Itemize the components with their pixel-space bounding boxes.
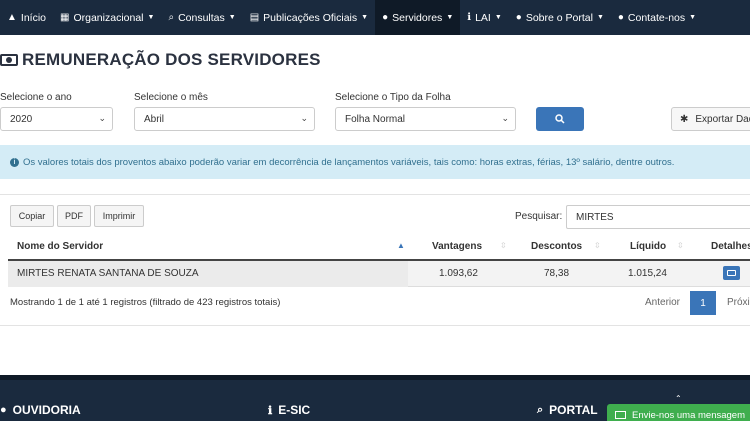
year-value: 2020 xyxy=(10,113,33,125)
info-alert: i Os valores totais dos proventos abaixo… xyxy=(0,145,750,179)
nav-label: Contate-nos xyxy=(627,11,686,24)
export-button[interactable]: ✱ Exportar Dad xyxy=(671,107,750,131)
copy-button[interactable]: Copiar xyxy=(10,205,54,227)
search-icon xyxy=(555,114,565,124)
nav-label: Servidores xyxy=(392,11,443,24)
nav-label: Sobre o Portal xyxy=(525,11,593,24)
month-value: Abril xyxy=(144,113,165,125)
caret-down-icon: ▼ xyxy=(446,14,454,21)
search-icon: ⌕ xyxy=(168,12,175,23)
comment-icon: ● xyxy=(0,404,7,416)
header-vantagens[interactable]: Vantagens xyxy=(432,241,482,252)
type-value: Folha Normal xyxy=(345,113,406,125)
cell-nome: MIRTES RENATA SANTANA DE SOUZA xyxy=(17,268,199,279)
alert-text: Os valores totais dos proventos abaixo p… xyxy=(23,156,675,168)
user-icon: ● xyxy=(382,12,389,23)
search-icon: ⌕ xyxy=(537,403,544,416)
header-nome[interactable]: Nome do Servidor xyxy=(17,241,103,252)
top-navbar: ▲ Início ▦ Organizacional ▼ ⌕ Consultas … xyxy=(0,0,750,35)
info-circle-icon: ℹ xyxy=(268,404,273,417)
sort-icon[interactable]: ⇳ xyxy=(677,241,684,250)
nav-label: Publicações Oficiais xyxy=(263,11,358,24)
nav-inicio[interactable]: ▲ Início xyxy=(0,0,53,35)
details-button[interactable] xyxy=(723,266,740,280)
footer-esic[interactable]: ℹ E-SIC xyxy=(268,403,310,417)
home-icon: ▲ xyxy=(7,12,17,23)
building-icon: ▦ xyxy=(60,12,70,23)
pagination-next[interactable]: Próxi xyxy=(727,297,750,308)
nav-organizacional[interactable]: ▦ Organizacional ▼ xyxy=(53,0,161,35)
chevron-up-icon[interactable]: ⌃ xyxy=(675,394,682,403)
type-label: Selecione o Tipo da Folha xyxy=(335,92,451,103)
page-title: REMUNERAÇÃO DOS SERVIDORES xyxy=(0,50,321,70)
sort-icon[interactable]: ⇳ xyxy=(594,241,601,250)
pagination-previous[interactable]: Anterior xyxy=(645,297,680,308)
chat-widget[interactable]: Envie-nos uma mensagem xyxy=(607,404,750,421)
year-label: Selecione o ano xyxy=(0,92,72,103)
sort-asc-icon[interactable]: ▲ xyxy=(397,241,405,250)
print-button[interactable]: Imprimir xyxy=(94,205,144,227)
pagination-page-1[interactable]: 1 xyxy=(690,291,716,315)
sort-icon[interactable]: ⇳ xyxy=(500,241,507,250)
nav-lai[interactable]: ℹ LAI ▼ xyxy=(460,0,509,35)
caret-down-icon: ▼ xyxy=(361,14,369,21)
nav-label: Início xyxy=(20,11,47,24)
search-input[interactable]: MIRTES xyxy=(566,205,750,229)
year-select[interactable]: 2020 ⌄ xyxy=(0,107,113,131)
page-title-text: REMUNERAÇÃO DOS SERVIDORES xyxy=(22,50,321,69)
chevron-down-icon: ⌄ xyxy=(501,113,509,123)
nav-publicacoes[interactable]: ▤ Publicações Oficiais ▼ xyxy=(243,0,375,35)
caret-down-icon: ▼ xyxy=(494,14,502,21)
cell-descontos: 78,38 xyxy=(544,268,570,279)
nav-consultas[interactable]: ⌕ Consultas ▼ xyxy=(161,0,242,35)
search-label: Pesquisar: xyxy=(515,211,563,222)
footer-portal-label: PORTAL xyxy=(549,403,598,417)
footer-esic-label: E-SIC xyxy=(278,403,311,417)
caret-down-icon: ▼ xyxy=(228,14,236,21)
money-icon xyxy=(0,54,18,66)
header-liquido[interactable]: Líquido xyxy=(630,241,666,252)
cell-vantagens: 1.093,62 xyxy=(439,268,478,279)
caret-down-icon: ▼ xyxy=(689,14,697,21)
table-info: Mostrando 1 de 1 até 1 registros (filtra… xyxy=(10,297,281,308)
chevron-down-icon: ⌄ xyxy=(300,113,308,123)
gear-icon: ✱ xyxy=(680,113,689,125)
header-descontos[interactable]: Descontos xyxy=(531,241,582,252)
info-circle-icon: ● xyxy=(515,12,522,23)
chat-text: Envie-nos uma mensagem xyxy=(632,409,745,421)
header-detalhes[interactable]: Detalhes xyxy=(711,241,750,252)
pdf-button[interactable]: PDF xyxy=(57,205,91,227)
nav-servidores[interactable]: ● Servidores ▼ xyxy=(375,0,461,35)
type-select[interactable]: Folha Normal ⌄ xyxy=(335,107,516,131)
search-button[interactable] xyxy=(536,107,584,131)
footer-ouvidoria-label: OUVIDORIA xyxy=(12,403,81,417)
month-select[interactable]: Abril ⌄ xyxy=(134,107,315,131)
footer-ouvidoria[interactable]: ● OUVIDORIA xyxy=(0,403,81,417)
chevron-down-icon: ⌄ xyxy=(98,113,106,123)
newspaper-icon: ▤ xyxy=(249,12,260,23)
envelope-icon xyxy=(615,411,626,419)
nav-label: Organizacional xyxy=(73,11,144,24)
export-label: Exportar Dad xyxy=(695,113,750,125)
nav-contate-nos[interactable]: ● Contate-nos ▼ xyxy=(611,0,703,35)
info-circle-icon: i xyxy=(10,157,19,167)
card-icon xyxy=(727,270,736,276)
info-icon: ℹ xyxy=(467,12,472,23)
cell-liquido: 1.015,24 xyxy=(628,268,667,279)
nav-label: Consultas xyxy=(178,11,225,24)
month-label: Selecione o mês xyxy=(134,92,208,103)
caret-down-icon: ▼ xyxy=(147,14,155,21)
nav-sobre-portal[interactable]: ● Sobre o Portal ▼ xyxy=(509,0,611,35)
caret-down-icon: ▼ xyxy=(596,14,604,21)
footer-portal[interactable]: ⌕ PORTAL xyxy=(537,403,598,417)
nav-label: LAI xyxy=(475,11,491,24)
comment-icon: ● xyxy=(617,12,624,23)
